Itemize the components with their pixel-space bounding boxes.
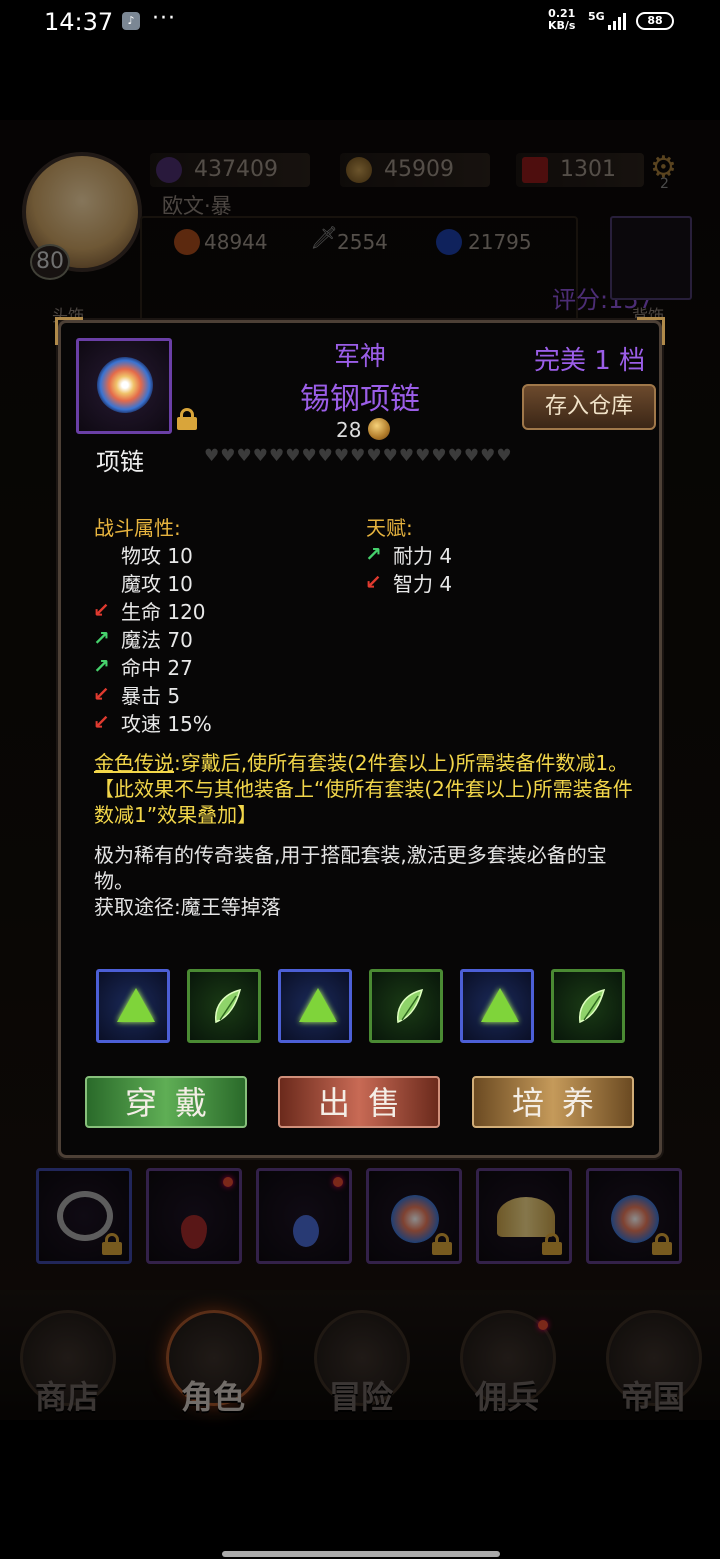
- gem-slot[interactable]: [369, 969, 443, 1043]
- triangle-gem-icon: [481, 988, 519, 1022]
- legend-text: :穿戴后,使所有套装(2件套以上)所需装备件数减1。【此效果不与其他装备上“使所…: [94, 751, 633, 827]
- gold-coin-icon: [368, 418, 390, 440]
- wear-button[interactable]: 穿戴: [85, 1076, 247, 1128]
- leaf-gem-icon: [392, 986, 426, 1026]
- network-type: 5G: [588, 10, 605, 23]
- gem-slot[interactable]: [96, 969, 170, 1043]
- triangle-gem-icon: [299, 988, 337, 1022]
- gem-slot[interactable]: [278, 969, 352, 1043]
- attribute-line: 物攻 10: [121, 544, 193, 568]
- combat-attributes-header: 战斗属性:: [94, 516, 181, 540]
- more-notifications-icon: ···: [152, 6, 176, 31]
- train-button[interactable]: 培养: [472, 1076, 634, 1128]
- item-description-text: 极为稀有的传奇装备,用于搭配套装,激活更多套装必备的宝物。: [94, 843, 607, 893]
- attribute-line: 魔法 70: [121, 628, 193, 652]
- battery-indicator: 88: [636, 12, 674, 30]
- stat-up-arrow-icon: ↗: [365, 542, 382, 566]
- stat-down-arrow-icon: ↙: [365, 570, 382, 594]
- stat-down-arrow-icon: ↙: [93, 598, 110, 622]
- talent-header: 天赋:: [366, 516, 413, 540]
- net-speed-unit: KB/s: [548, 19, 576, 32]
- item-description: 极为稀有的传奇装备,用于搭配套装,激活更多套装必备的宝物。 获取途径:魔王等掉落: [94, 842, 634, 920]
- legend-title: 金色传说: [94, 751, 174, 775]
- stat-down-arrow-icon: ↙: [93, 682, 110, 706]
- home-indicator[interactable]: [222, 1551, 500, 1557]
- stat-down-arrow-icon: ↙: [93, 710, 110, 734]
- item-price: 28: [336, 418, 362, 442]
- legend-effect: 金色传说:穿戴后,使所有套装(2件套以上)所需装备件数减1。【此效果不与其他装备…: [94, 750, 634, 828]
- store-to-warehouse-button[interactable]: 存入仓库: [522, 384, 656, 430]
- gem-slot[interactable]: [187, 969, 261, 1043]
- triangle-gem-icon: [117, 988, 155, 1022]
- gem-slot[interactable]: [551, 969, 625, 1043]
- attribute-line: 攻速 15%: [121, 712, 212, 736]
- perfect-grade: 完美 1 档: [534, 346, 646, 376]
- attribute-line: 暴击 5: [121, 684, 181, 708]
- item-source-text: 获取途径:魔王等掉落: [94, 895, 281, 919]
- attribute-line: 命中 27: [121, 656, 193, 680]
- leaf-gem-icon: [210, 986, 244, 1026]
- attribute-line: 耐力 4: [393, 544, 453, 568]
- status-time: 14:37: [44, 8, 114, 36]
- gem-slot[interactable]: [460, 969, 534, 1043]
- durability-hearts: ♥♥♥♥♥♥♥♥♥♥♥♥♥♥♥♥♥♥♥: [204, 446, 513, 466]
- signal-bars-icon: [608, 12, 630, 30]
- stat-up-arrow-icon: ↗: [93, 654, 110, 678]
- sell-button[interactable]: 出售: [278, 1076, 440, 1128]
- stat-up-arrow-icon: ↗: [93, 626, 110, 650]
- attribute-line: 魔攻 10: [121, 572, 193, 596]
- attribute-line: 生命 120: [121, 600, 206, 624]
- item-slot-type: 项链: [96, 448, 144, 476]
- tiktok-icon: ♪: [122, 12, 140, 30]
- status-bar: 14:37 ♪ ··· 0.21 KB/s 5G 88: [0, 0, 720, 44]
- net-speed: 0.21 KB/s: [548, 8, 575, 32]
- leaf-gem-icon: [574, 986, 608, 1026]
- attribute-line: 智力 4: [393, 572, 453, 596]
